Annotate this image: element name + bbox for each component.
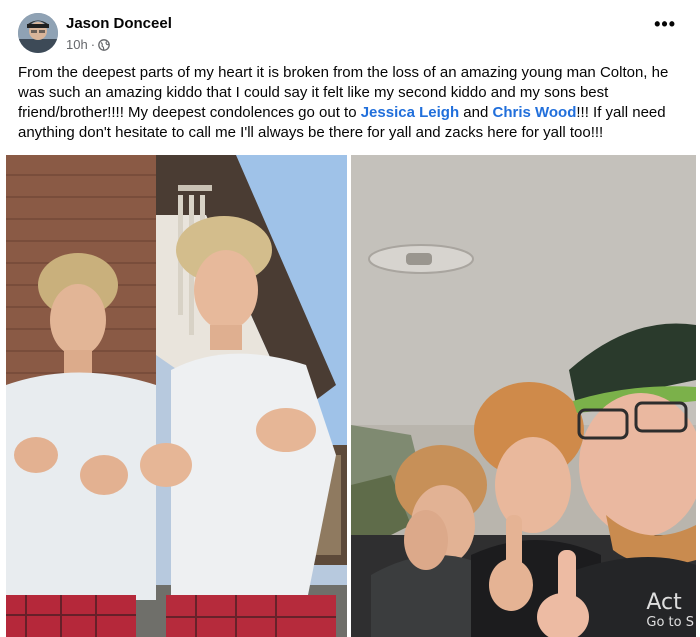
watermark-line1: Act [646, 590, 682, 615]
globe-icon [98, 38, 110, 51]
post-header: Jason Donceel 10h · ••• [18, 12, 682, 58]
more-options-icon[interactable]: ••• [654, 15, 676, 33]
post-text-and: and [459, 104, 493, 121]
mention-chris-wood[interactable]: Chris Wood [492, 104, 576, 121]
avatar[interactable] [18, 13, 58, 53]
photo-two-boys-porch[interactable] [6, 155, 347, 637]
post-meta: 10h · [66, 37, 110, 52]
photo-car-selfie[interactable]: Act Go to S [351, 155, 696, 637]
mention-jessica-leigh[interactable]: Jessica Leigh [361, 104, 459, 121]
photo-grid: Act Go to S [6, 155, 696, 637]
watermark-line2: Go to S [646, 615, 694, 630]
author-name[interactable]: Jason Donceel [66, 15, 172, 32]
post-text: From the deepest parts of my heart it is… [18, 63, 686, 143]
meta-separator: · [90, 37, 96, 52]
watermark: Act Go to S [646, 590, 694, 633]
facebook-post: Jason Donceel 10h · ••• From the deepest… [0, 0, 700, 637]
post-time[interactable]: 10h [66, 37, 88, 52]
